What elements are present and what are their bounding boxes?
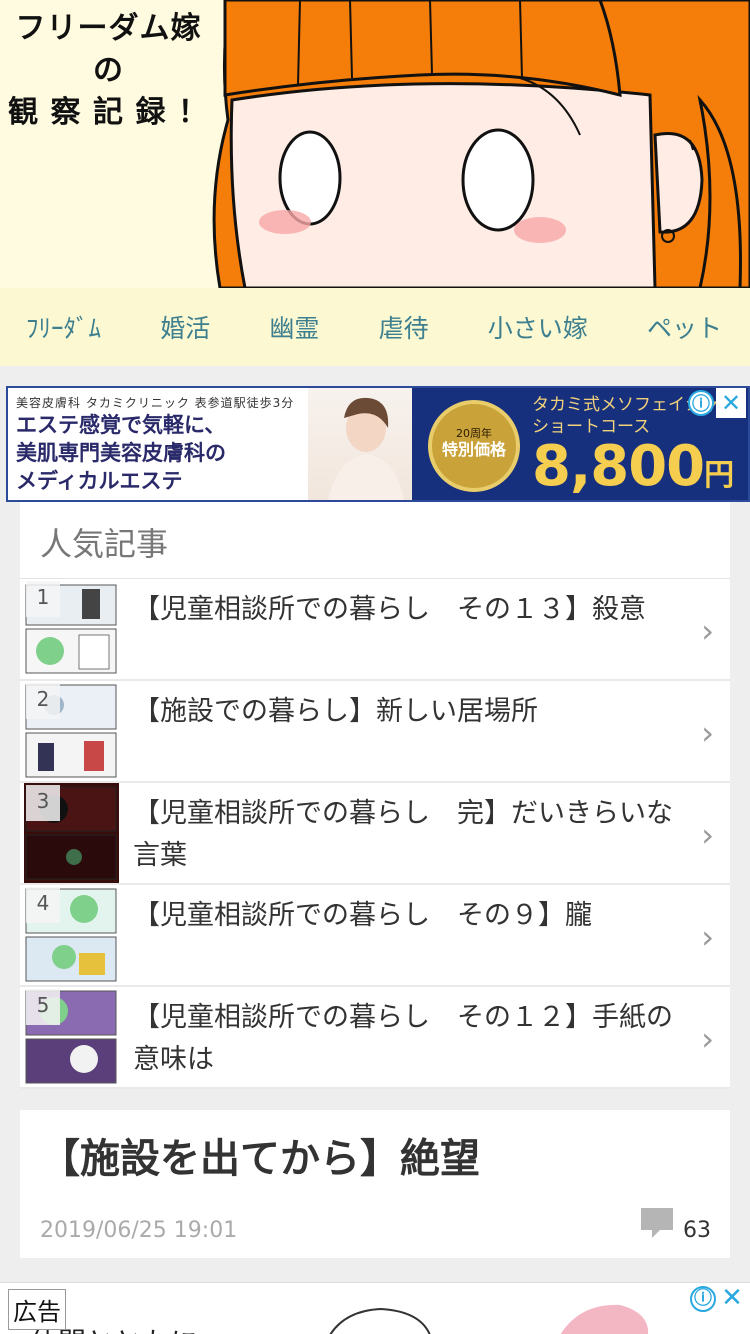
comment-bubble-icon: [641, 1208, 673, 1238]
chevron-right-icon: ›: [701, 816, 714, 854]
ad-illustration: [329, 1304, 649, 1334]
post-rank-badge: 3: [26, 785, 60, 821]
post-rank-badge: 4: [26, 887, 60, 923]
ad-banner-bottom[interactable]: 仲間とともに 広告 ⓘ ✕: [0, 1282, 750, 1334]
post-title[interactable]: 【児童相談所での暮らし その９】朧: [119, 885, 730, 985]
ad-banner-top[interactable]: 美容皮膚科 タカミクリニック 表参道駅徒歩3分 エステ感覚で気軽に、 美肌専門美…: [6, 386, 750, 502]
nav-item-freedom[interactable]: ﾌﾘｰﾀﾞﾑ: [26, 309, 101, 345]
comment-count[interactable]: 63: [683, 1218, 711, 1243]
popular-post-item[interactable]: 1 【児童相談所での暮らし その１３】殺意 ›: [20, 579, 730, 681]
site-title[interactable]: フリーダム嫁 の 観 察 記 録 ！: [6, 8, 211, 134]
post-title[interactable]: 【施設での暮らし】新しい居場所: [119, 681, 730, 781]
ad-close-icon[interactable]: ✕: [716, 388, 746, 418]
ad-label: 広告: [8, 1289, 66, 1330]
post-thumbnail: 2: [24, 681, 119, 781]
popular-post-item[interactable]: 4 【児童相談所での暮らし その９】朧 ›: [20, 885, 730, 987]
post-title[interactable]: 【児童相談所での暮らし その１３】殺意: [119, 579, 730, 679]
post-rank-badge: 2: [26, 683, 60, 719]
nav-item-konkatsu[interactable]: 婚活: [160, 309, 210, 345]
ad-badge-top: 20周年: [456, 427, 492, 440]
ad-info-icon[interactable]: ⓘ: [688, 390, 714, 416]
ad-price: 8,800円: [532, 434, 734, 499]
ad-copy-line-2: 美肌専門美容皮膚科の: [16, 441, 226, 465]
nav-item-yurei[interactable]: 幽霊: [269, 309, 319, 345]
post-title[interactable]: 【児童相談所での暮らし 完】だいきらいな言葉: [119, 783, 730, 883]
chevron-right-icon: ›: [701, 714, 714, 752]
post-thumbnail: 4: [24, 885, 119, 985]
article-title[interactable]: 【施設を出てから】絶望: [40, 1126, 480, 1184]
popular-posts-title: 人気記事: [20, 502, 730, 579]
ad-copy-line-3: メディカルエステ: [16, 469, 183, 493]
ad-text-panel: 美容皮膚科 タカミクリニック 表参道駅徒歩3分 エステ感覚で気軽に、 美肌専門美…: [8, 388, 308, 500]
nav-item-chiisai-yome[interactable]: 小さい嫁: [488, 309, 588, 345]
post-rank-badge: 1: [26, 581, 60, 617]
site-title-line-2: の: [93, 53, 124, 88]
page: フリーダム嫁 の 観 察 記 録 ！ ﾌﾘｰﾀﾞﾑ 婚活 幽霊 虐待 小さい嫁 …: [0, 0, 750, 1334]
popular-post-item[interactable]: 5 【児童相談所での暮らし その１２】手紙の意味は ›: [20, 987, 730, 1089]
site-title-line-3: 観 察 記 録 ！: [8, 95, 209, 130]
ad-info-icon[interactable]: ⓘ: [690, 1286, 716, 1312]
post-thumbnail: 5: [24, 987, 119, 1087]
ad-model-photo: [308, 388, 412, 500]
popular-post-item[interactable]: 3 【児童相談所での暮らし 完】だいきらいな言葉 ›: [20, 783, 730, 885]
ad-badge-main: 特別価格: [441, 440, 506, 459]
ad-price-value: 8,800: [532, 434, 705, 499]
post-thumbnail: 3: [24, 783, 119, 883]
ad-anniversary-badge: 20周年 特別価格: [428, 400, 520, 492]
post-rank-badge: 5: [26, 989, 60, 1025]
ad-copy-line-1: エステ感覚で気軽に、: [16, 413, 226, 437]
popular-posts-widget: 人気記事 1 【児童相談所での暮らし その１３】殺意 › 2 【施設での暮らし】…: [20, 502, 730, 1089]
category-nav: ﾌﾘｰﾀﾞﾑ 婚活 幽霊 虐待 小さい嫁 ペット: [0, 288, 750, 366]
post-thumbnail: 1: [24, 579, 119, 679]
ad-close-icon[interactable]: ✕: [718, 1283, 746, 1313]
chevron-right-icon: ›: [701, 918, 714, 956]
nav-item-gyakutai[interactable]: 虐待: [379, 309, 429, 345]
ad-price-yen: 円: [704, 458, 734, 493]
post-title[interactable]: 【児童相談所での暮らし その１２】手紙の意味は: [119, 987, 730, 1087]
ad-clinic-name: 美容皮膚科 タカミクリニック 表参道駅徒歩3分: [16, 396, 295, 410]
article-date: 2019/06/25 19:01: [40, 1218, 238, 1243]
site-header-banner[interactable]: フリーダム嫁 の 観 察 記 録 ！: [0, 0, 750, 288]
model-silhouette-icon: [328, 397, 404, 500]
chevron-right-icon: ›: [701, 612, 714, 650]
site-title-line-1: フリーダム嫁: [15, 11, 202, 46]
article-card[interactable]: 【施設を出てから】絶望 2019/06/25 19:01 63: [20, 1110, 730, 1258]
nav-item-pet[interactable]: ペット: [647, 309, 722, 345]
chevron-right-icon: ›: [701, 1020, 714, 1058]
popular-post-item[interactable]: 2 【施設での暮らし】新しい居場所 ›: [20, 681, 730, 783]
